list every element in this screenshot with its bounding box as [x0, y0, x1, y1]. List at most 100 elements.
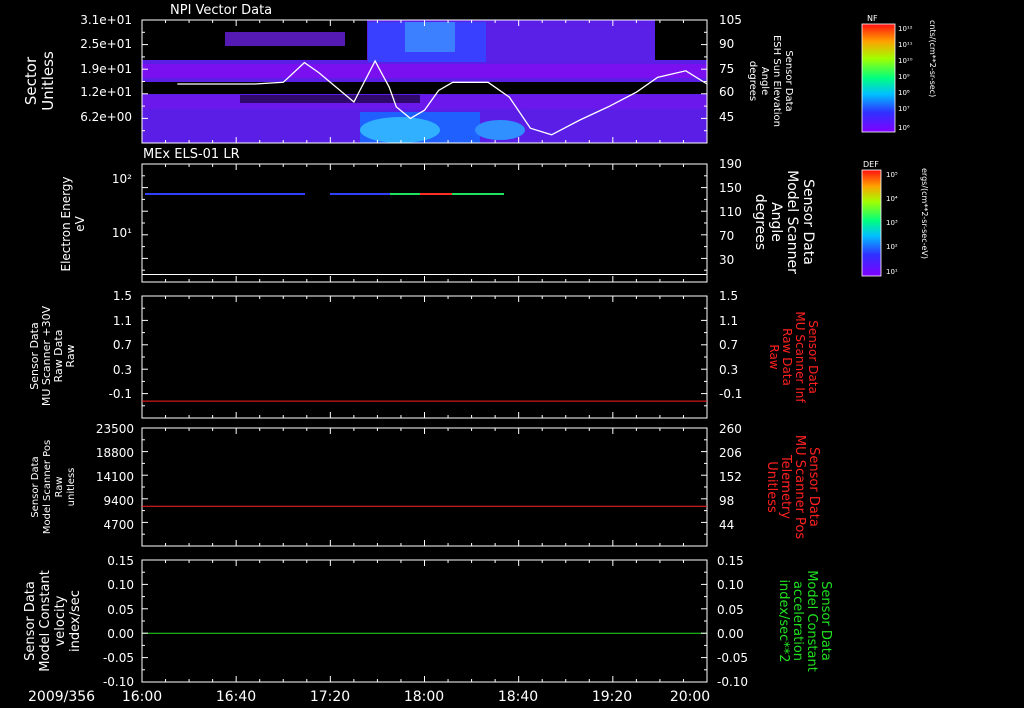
- time-tick-label: 18:00: [404, 689, 444, 705]
- axis-label: Raw: [767, 344, 781, 369]
- axis-label: Sensor Data: [23, 581, 38, 661]
- model-constant-ylabel-left: Sensor Data Model Constant velocity inde…: [23, 570, 83, 672]
- axis-label: Sensor Data: [806, 320, 820, 394]
- npi-left-ticks: 3.1e+01 2.5e+01 1.9e+01 1.2e+01 6.2e+00: [80, 13, 132, 124]
- tick-label: 10⁹: [898, 73, 910, 81]
- model-constant-ylabel-right: Sensor Data Model Constant acceleration …: [776, 570, 833, 672]
- els-frame: [141, 163, 708, 283]
- tick-label: 23500: [96, 422, 134, 436]
- axis-label: eV: [73, 215, 87, 231]
- axis-label: Model Scanner: [784, 170, 800, 274]
- tick-label: 190: [719, 157, 742, 171]
- axis-label: degrees: [752, 194, 768, 250]
- tick-label: 0.05: [717, 603, 744, 617]
- colorbar-nf-unit: cnts/(cm**2-sr-sec): [928, 20, 937, 97]
- els-strip-red: [420, 193, 452, 195]
- axis-label: Sector: [22, 56, 40, 105]
- npi-band-low: [142, 95, 707, 109]
- tick-label: -0.10: [103, 675, 134, 689]
- tick-label: 0.05: [107, 603, 134, 617]
- panel-npi: NPI Vector Data 3.1e+01 2.5e+01 1.9e+01 …: [22, 3, 794, 144]
- colorbar-nf-bar: [862, 24, 895, 132]
- tick-label: 10⁶: [898, 124, 910, 132]
- tick-label: 70: [719, 229, 734, 243]
- npi-title: NPI Vector Data: [170, 3, 272, 18]
- tick-label: 0.00: [107, 627, 134, 641]
- tick-label: 1.1: [719, 314, 738, 328]
- els-ylabel-right: Sensor Data Model Scanner Angle degrees: [752, 170, 816, 274]
- npi-ylabel-left: Sector Unitless: [22, 51, 57, 111]
- tick-label: -0.05: [103, 651, 134, 665]
- tick-label: 45: [719, 110, 734, 124]
- axis-label: Raw Data: [780, 328, 794, 386]
- colorbar-nf: NF 10¹² 10¹¹ 10¹⁰ 10⁹ 10⁸ 10⁷ 10⁶ cnts/(…: [861, 14, 937, 133]
- els-ylabel-left: Electron Energy eV: [59, 176, 87, 271]
- colorbar-def-unit: ergs/(cm**2-sr-sec-eV): [920, 168, 929, 259]
- els-left-ticks: 10² 10¹: [112, 172, 132, 240]
- tick-label: 30: [719, 253, 734, 267]
- tick-label: 1.1: [113, 314, 132, 328]
- colorbar-nf-ticks: 10¹² 10¹¹ 10¹⁰ 10⁹ 10⁸ 10⁷ 10⁶: [898, 25, 913, 132]
- tick-label: 10¹: [112, 226, 132, 240]
- axis-label: Raw: [64, 344, 77, 367]
- els-strip-green: [390, 193, 420, 195]
- time-axis: 2009/356 16:00 16:40 17:20 18:00 18:40 1…: [28, 689, 710, 705]
- colorbar-def-label: DEF: [863, 160, 879, 169]
- tick-label: 0.3: [719, 363, 738, 377]
- tick-label: 10¹²: [898, 25, 913, 33]
- tick-label: 14100: [96, 470, 134, 484]
- npi-cyan-blob-2: [475, 120, 525, 140]
- npi-band-upper: [142, 64, 707, 78]
- tick-label: 6.2e+00: [80, 110, 132, 124]
- tick-label: 1.5: [719, 289, 738, 303]
- tick-label: 152: [719, 470, 742, 484]
- tick-label: 0.7: [719, 338, 738, 352]
- axis-label: degrees: [747, 61, 758, 101]
- axis-label: ESH Sun Elevation: [771, 35, 782, 127]
- tick-label: 0.15: [107, 554, 134, 568]
- tick-label: 1.9e+01: [80, 62, 132, 76]
- tick-label: 0.3: [113, 363, 132, 377]
- tick-label: 60: [719, 85, 734, 99]
- tick-label: 260: [719, 422, 742, 436]
- time-tick-label: 18:40: [498, 689, 538, 705]
- axis-label: Sensor Data: [818, 581, 833, 661]
- tick-label: 0.00: [717, 627, 744, 641]
- time-tick-label: 17:20: [310, 689, 350, 705]
- axis-label: Model Constant: [804, 570, 819, 672]
- tick-label: 75: [719, 62, 734, 76]
- tick-label: 0.15: [717, 554, 744, 568]
- axis-label: Sensor Data: [30, 456, 41, 517]
- axis-label: Electron Energy: [59, 176, 73, 271]
- axis-label: index/sec: [68, 590, 83, 652]
- scanner-pos-frame: [141, 427, 708, 547]
- colorbar-def-ticks: 10⁵ 10⁴ 10³ 10² 10¹: [886, 171, 898, 276]
- tick-label: 44: [719, 518, 734, 532]
- time-tick-label: 19:20: [592, 689, 632, 705]
- tick-label: 110: [719, 205, 742, 219]
- tick-label: 206: [719, 446, 742, 460]
- scanner-pos-ylabel-right: Sensor Data MU Scanner Pos Telemetry Uni…: [764, 435, 821, 540]
- mu-raw-right-ticks: 1.5 1.1 0.7 0.3 -0.1: [719, 289, 742, 401]
- npi-speckle-a: [225, 32, 345, 46]
- tick-label: 10²: [886, 243, 898, 251]
- mu-raw-ylabel-right: Sensor Data MU Scanner Inf Raw Data Raw: [767, 311, 820, 403]
- els-strip-blue: [145, 193, 305, 195]
- tick-label: 10⁸: [898, 89, 910, 97]
- els-title: MEx ELS-01 LR: [143, 147, 240, 162]
- tick-label: 10¹: [886, 268, 898, 276]
- tick-label: 1.5: [113, 289, 132, 303]
- tick-label: 3.1e+01: [80, 13, 132, 27]
- axis-label: Sensor Data: [800, 179, 816, 265]
- tick-label: 1.2e+01: [80, 85, 132, 99]
- tick-label: 10⁴: [886, 195, 898, 203]
- panel-scanner-pos: 23500 18800 14100 9400 4700 260 206 152 …: [30, 422, 821, 547]
- axis-label: index/sec**2: [776, 579, 791, 662]
- tick-label: 0.10: [717, 578, 744, 592]
- tick-label: 0.7: [113, 338, 132, 352]
- axis-label: MU Scanner Pos: [792, 435, 807, 540]
- axis-label: Raw: [54, 476, 65, 497]
- scanner-pos-ylabel-left: Sensor Data Model Scanner Pos Raw unitle…: [30, 440, 77, 534]
- axis-label: Sensor Data: [806, 447, 821, 527]
- axis-label: Unitless: [39, 51, 57, 111]
